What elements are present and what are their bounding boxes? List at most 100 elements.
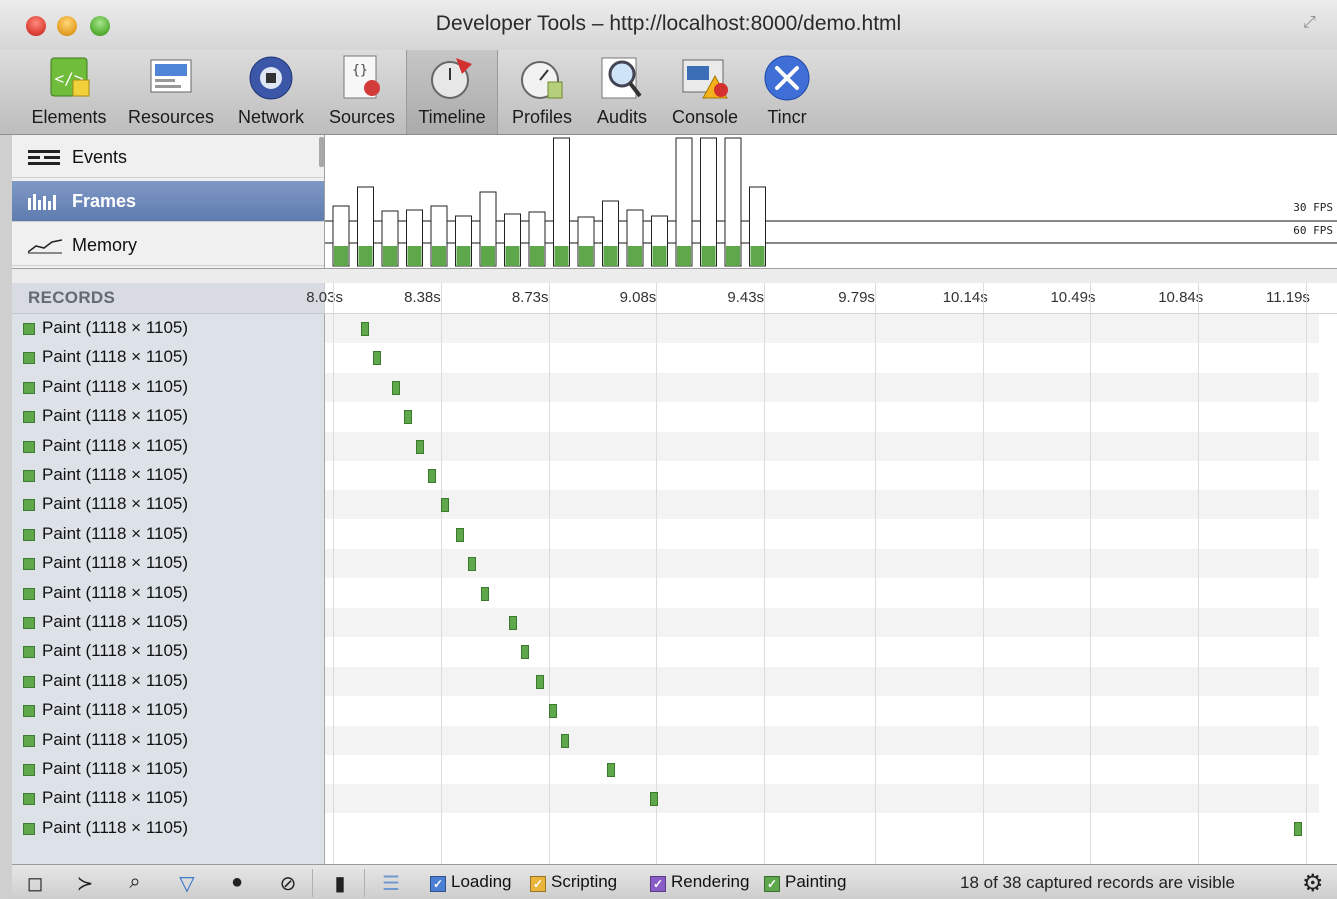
paint-record-bar[interactable] [468, 557, 477, 572]
record-row[interactable]: Paint (1118 × 1105) [12, 726, 324, 755]
tab-sources[interactable]: {} Sources [318, 50, 406, 134]
record-row[interactable]: Paint (1118 × 1105) [12, 402, 324, 431]
audits-icon [596, 52, 648, 104]
paint-category-icon [23, 499, 35, 512]
record-row[interactable]: Paint (1118 × 1105) [12, 520, 324, 549]
overview-mode-frames[interactable]: Frames [12, 181, 324, 222]
filter-painting[interactable]: ✓ Painting [764, 872, 846, 892]
checkbox-icon[interactable]: ✓ [764, 876, 780, 892]
tab-network[interactable]: Network [228, 50, 314, 134]
paint-record-bar[interactable] [403, 410, 412, 425]
filter-rendering[interactable]: ✓ Rendering [650, 872, 749, 892]
overview-mode-memory[interactable]: Memory [12, 225, 324, 266]
record-dimensions: (1118 × 1105) [85, 700, 189, 720]
tab-resources[interactable]: Resources [114, 50, 228, 134]
record-row[interactable]: Paint (1118 × 1105) [12, 549, 324, 578]
paint-record-bar[interactable] [360, 322, 369, 336]
record-row[interactable]: Paint (1118 × 1105) [12, 667, 324, 696]
record-row[interactable]: Paint (1118 × 1105) [12, 490, 324, 519]
paint-record-bar[interactable] [548, 704, 557, 719]
paint-category-icon [23, 352, 35, 365]
record-type: Paint [42, 817, 81, 837]
timeline-row [325, 431, 1319, 461]
record-row[interactable]: Paint (1118 × 1105) [12, 461, 324, 490]
ruler-tick-label: 10.49s [1050, 289, 1096, 306]
filter-scripting[interactable]: ✓ Scripting [530, 872, 617, 892]
paint-record-bar[interactable] [440, 498, 449, 513]
console-toggle-icon[interactable]: ≻ [68, 871, 102, 895]
paint-record-bar[interactable] [456, 527, 465, 542]
record-row[interactable]: Paint (1118 × 1105) [12, 373, 324, 402]
record-label: Paint (1118 × 1105) [42, 612, 188, 632]
timeline-row [325, 372, 1319, 402]
tab-timeline[interactable]: Timeline [406, 50, 498, 134]
timeline-row [325, 814, 1319, 843]
record-row[interactable]: Paint (1118 × 1105) [12, 343, 324, 372]
paint-category-icon [23, 675, 35, 688]
tab-console[interactable]: Console [664, 50, 746, 134]
filter-icon[interactable]: ▽ [170, 871, 204, 895]
glue-records-icon[interactable]: ☰ [374, 871, 408, 895]
paint-record-bar[interactable] [650, 792, 659, 807]
record-row[interactable]: Paint (1118 × 1105) [12, 696, 324, 725]
tab-audits[interactable]: Audits [586, 50, 658, 134]
clear-icon[interactable]: ⊘ [271, 871, 305, 895]
frames-overview[interactable]: 30 FPS 60 FPS [325, 135, 1337, 268]
frames-overview-chart [325, 137, 1337, 267]
checkbox-icon[interactable]: ✓ [430, 876, 446, 892]
tab-elements[interactable]: </> Elements [14, 50, 124, 134]
paint-record-bar[interactable] [520, 645, 529, 660]
checkbox-icon[interactable]: ✓ [530, 876, 546, 892]
window-title: Developer Tools – http://localhost:8000/… [435, 12, 902, 35]
record-row[interactable]: Paint (1118 × 1105) [12, 784, 324, 813]
record-label: Paint (1118 × 1105) [42, 318, 188, 338]
paint-record-bar[interactable] [536, 674, 545, 689]
record-dimensions: (1118 × 1105) [85, 612, 189, 631]
record-row[interactable]: Paint (1118 × 1105) [12, 755, 324, 784]
record-row[interactable]: Paint (1118 × 1105) [12, 579, 324, 608]
record-label: Paint (1118 × 1105) [42, 524, 188, 544]
overview-splitter-handle[interactable] [319, 137, 324, 167]
record-row[interactable]: Paint (1118 × 1105) [12, 814, 324, 843]
gridline [548, 314, 550, 864]
record-label: Paint (1118 × 1105) [42, 377, 188, 397]
record-type: Paint [42, 700, 81, 720]
paint-record-bar[interactable] [416, 439, 425, 454]
record-row[interactable]: Paint (1118 × 1105) [12, 432, 324, 461]
paint-record-bar[interactable] [428, 469, 437, 483]
record-icon[interactable]: ● [220, 871, 254, 895]
tab-tincr[interactable]: Tincr [748, 50, 826, 134]
record-row[interactable]: Paint (1118 × 1105) [12, 608, 324, 637]
paint-record-bar[interactable] [391, 380, 400, 395]
gear-icon[interactable]: ⚙ [1302, 869, 1328, 897]
record-dimensions: (1118 × 1105) [85, 435, 189, 455]
record-row[interactable]: Paint (1118 × 1105) [12, 314, 324, 343]
paint-record-bar[interactable] [373, 351, 382, 366]
tab-profiles[interactable]: Profiles [502, 50, 582, 134]
timeline-row [325, 696, 1319, 725]
record-dimensions: (1118 × 1105) [85, 406, 189, 426]
record-dimensions: (1118 × 1105) [85, 582, 189, 602]
filter-loading[interactable]: ✓ Loading [430, 872, 512, 892]
record-type: Paint [42, 523, 81, 543]
record-row[interactable]: Paint (1118 × 1105) [12, 637, 324, 666]
paint-record-bar[interactable] [508, 616, 517, 630]
search-icon[interactable]: ⌕ [118, 871, 152, 895]
paint-record-bar[interactable] [607, 763, 616, 777]
dock-icon[interactable]: ◻ [18, 871, 52, 895]
overview-mode-events[interactable]: Events [12, 137, 324, 178]
garbage-collect-icon[interactable]: ▮ [323, 871, 357, 895]
paint-record-bar[interactable] [560, 733, 569, 748]
timeline-graph [325, 314, 1337, 864]
ruler-tick-label: 9.43s [727, 289, 765, 306]
frame-paint-segment [358, 246, 373, 266]
record-type: Paint [42, 347, 81, 367]
frame-paint-segment [579, 246, 593, 266]
checkbox-icon[interactable]: ✓ [650, 876, 666, 892]
fullscreen-icon[interactable]: ⤢ [1303, 14, 1323, 34]
paint-record-bar[interactable] [480, 586, 489, 601]
record-label: Paint (1118 × 1105) [42, 347, 188, 367]
paint-record-bar[interactable] [1293, 821, 1302, 836]
frame-paint-segment [726, 246, 740, 266]
tab-label: Sources [328, 107, 396, 127]
